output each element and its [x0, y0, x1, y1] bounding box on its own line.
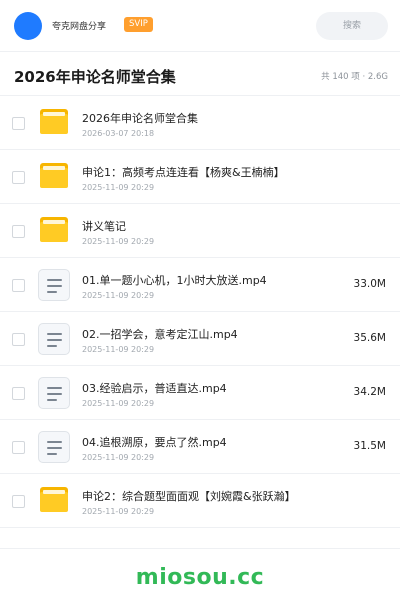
file-row[interactable]: 讲义笔记 2025-11-09 20:29 — [0, 204, 400, 258]
row-checkbox[interactable] — [12, 333, 25, 346]
file-name[interactable]: 讲义笔记 — [82, 218, 126, 234]
folder-header: 2026年申论名师堂合集 共 140 项 · 2.6G — [0, 52, 400, 96]
search-button[interactable]: 搜索 — [316, 12, 388, 40]
row-checkbox[interactable] — [12, 387, 25, 400]
file-name[interactable]: 01.单一题小心机，1小时大放送.mp4 — [82, 272, 267, 288]
file-row[interactable]: 04.追根溯原，要点了然.mp4 2025-11-09 20:29 31.5M — [0, 420, 400, 474]
folder-icon — [40, 487, 68, 512]
user-avatar[interactable] — [14, 12, 42, 40]
file-name[interactable]: 02.一招学会，意考定江山.mp4 — [82, 326, 238, 342]
file-date: 2025-11-09 20:29 — [82, 237, 155, 246]
file-date: 2025-11-09 20:29 — [82, 453, 155, 462]
file-name[interactable]: 申论1：高频考点连连看【杨爽&王楠楠】 — [82, 164, 285, 180]
file-icon — [38, 323, 70, 355]
file-size: 35.6M — [353, 332, 386, 344]
row-checkbox[interactable] — [12, 171, 25, 184]
file-row[interactable]: 01.单一题小心机，1小时大放送.mp4 2025-11-09 20:29 33.0… — [0, 258, 400, 312]
brand-name: 夸克网盘分享 — [52, 22, 107, 32]
file-size: 34.2M — [353, 386, 386, 398]
file-name[interactable]: 2026年申论名师堂合集 — [82, 110, 198, 126]
file-size: 31.5M — [353, 440, 386, 452]
file-date: 2026-03-07 20:18 — [82, 129, 155, 138]
top-bar: 夸克网盘分享 SVIP 搜索 — [0, 0, 400, 52]
file-name[interactable]: 04.追根溯原，要点了然.mp4 — [82, 434, 227, 450]
watermark-text: miosou.cc — [135, 565, 265, 590]
folder-icon — [40, 163, 68, 188]
svip-badge: SVIP — [124, 17, 153, 32]
file-row[interactable]: 申论1：高频考点连连看【杨爽&王楠楠】 2025-11-09 20:29 — [0, 150, 400, 204]
folder-icon — [40, 217, 68, 242]
row-checkbox[interactable] — [12, 225, 25, 238]
folder-icon — [40, 109, 68, 134]
file-row[interactable]: 02.一招学会，意考定江山.mp4 2025-11-09 20:29 35.6M — [0, 312, 400, 366]
item-summary: 共 140 项 · 2.6G — [321, 72, 388, 82]
file-row[interactable]: 03.经验启示，普适直达.mp4 2025-11-09 20:29 34.2M — [0, 366, 400, 420]
row-checkbox[interactable] — [12, 117, 25, 130]
file-row[interactable]: 申论2：综合题型面面观【刘婉霞&张跃瀚】 2025-11-09 20:29 — [0, 474, 400, 528]
file-name[interactable]: 03.经验启示，普适直达.mp4 — [82, 380, 227, 396]
file-icon — [38, 431, 70, 463]
row-checkbox[interactable] — [12, 441, 25, 454]
file-row[interactable]: 2026年申论名师堂合集 2026-03-07 20:18 — [0, 96, 400, 150]
watermark: miosou.cc — [0, 548, 400, 600]
file-date: 2025-11-09 20:29 — [82, 183, 155, 192]
file-icon — [38, 377, 70, 409]
row-checkbox[interactable] — [12, 495, 25, 508]
file-size: 33.0M — [353, 278, 386, 290]
file-name[interactable]: 申论2：综合题型面面观【刘婉霞&张跃瀚】 — [82, 488, 296, 504]
file-date: 2025-11-09 20:29 — [82, 507, 155, 516]
file-icon — [38, 269, 70, 301]
file-date: 2025-11-09 20:29 — [82, 345, 155, 354]
file-date: 2025-11-09 20:29 — [82, 291, 155, 300]
page-title: 2026年申论名师堂合集 — [14, 68, 176, 86]
file-list: 2026年申论名师堂合集 2026-03-07 20:18 申论1：高频考点连连看【… — [0, 96, 400, 528]
row-checkbox[interactable] — [12, 279, 25, 292]
file-date: 2025-11-09 20:29 — [82, 399, 155, 408]
